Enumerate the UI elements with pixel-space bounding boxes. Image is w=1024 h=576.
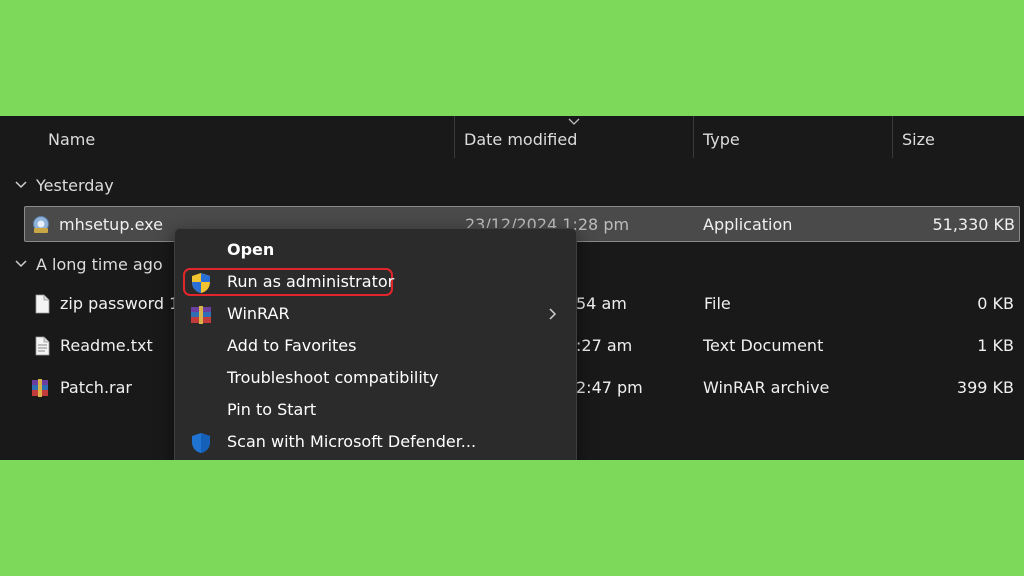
file-explorer-window: Name Date modified Type Size Yesterday m… — [0, 116, 1024, 460]
installer-icon — [33, 216, 49, 233]
file-type: File — [704, 294, 731, 313]
column-divider[interactable] — [693, 116, 694, 158]
menu-item-label: WinRAR — [227, 304, 290, 323]
file-date: 54 am — [576, 294, 627, 313]
file-size: 51,330 KB — [932, 215, 1015, 234]
file-name: Readme.txt — [60, 336, 153, 355]
winrar-icon — [191, 306, 211, 324]
chevron-down-icon — [15, 260, 27, 268]
group-label: Yesterday — [36, 175, 114, 195]
menu-item-scan-with-defender[interactable]: Scan with Microsoft Defender... — [175, 426, 576, 458]
text-file-icon — [35, 336, 50, 356]
column-divider[interactable] — [892, 116, 893, 158]
menu-item-pin-to-start[interactable]: Pin to Start — [175, 394, 576, 426]
menu-item-open[interactable]: Open — [175, 234, 576, 266]
menu-item-troubleshoot-compatibility[interactable]: Troubleshoot compatibility — [175, 362, 576, 394]
file-date: 2:47 pm — [576, 378, 643, 397]
menu-item-label: Pin to Start — [227, 400, 317, 419]
group-label: A long time ago — [36, 254, 163, 274]
file-type: WinRAR archive — [703, 378, 830, 397]
file-size: 1 KB — [977, 336, 1014, 355]
file-name: zip password 1 — [60, 294, 180, 313]
menu-item-label: Add to Favorites — [227, 336, 357, 355]
menu-item-label: Troubleshoot compatibility — [227, 368, 439, 387]
column-header-type[interactable]: Type — [703, 116, 740, 164]
menu-item-label: Scan with Microsoft Defender... — [227, 432, 477, 451]
column-header-name[interactable]: Name — [48, 116, 95, 164]
menu-item-label: Run as administrator — [227, 272, 395, 291]
winrar-archive-icon — [32, 379, 48, 397]
menu-item-run-as-administrator[interactable]: Run as administrator — [175, 266, 576, 298]
menu-item-add-to-favorites[interactable]: Add to Favorites — [175, 330, 576, 362]
defender-shield-icon — [192, 433, 210, 453]
group-header-yesterday[interactable]: Yesterday — [0, 171, 114, 199]
chevron-right-icon — [549, 308, 557, 320]
column-header-size[interactable]: Size — [902, 116, 935, 164]
group-header-long-time-ago[interactable]: A long time ago — [0, 250, 163, 278]
file-type: Application — [703, 215, 793, 234]
menu-item-winrar[interactable]: WinRAR — [175, 298, 576, 330]
sort-descending-icon — [568, 118, 580, 125]
file-name: Patch.rar — [60, 378, 132, 397]
blank-file-icon — [35, 294, 50, 314]
file-size: 399 KB — [956, 378, 1014, 397]
column-header-date-modified[interactable]: Date modified — [464, 116, 577, 164]
uac-shield-icon — [192, 273, 210, 293]
file-name: mhsetup.exe — [59, 215, 163, 234]
menu-item-label: Open — [227, 240, 275, 259]
context-menu: Open Run as administrator WinRAR Add to … — [174, 228, 577, 460]
column-header-bar: Name Date modified Type Size — [0, 116, 1024, 164]
column-divider[interactable] — [454, 116, 455, 158]
file-type: Text Document — [703, 336, 824, 355]
file-date: :27 am — [576, 336, 633, 355]
file-size: 0 KB — [977, 294, 1014, 313]
chevron-down-icon — [15, 181, 27, 189]
